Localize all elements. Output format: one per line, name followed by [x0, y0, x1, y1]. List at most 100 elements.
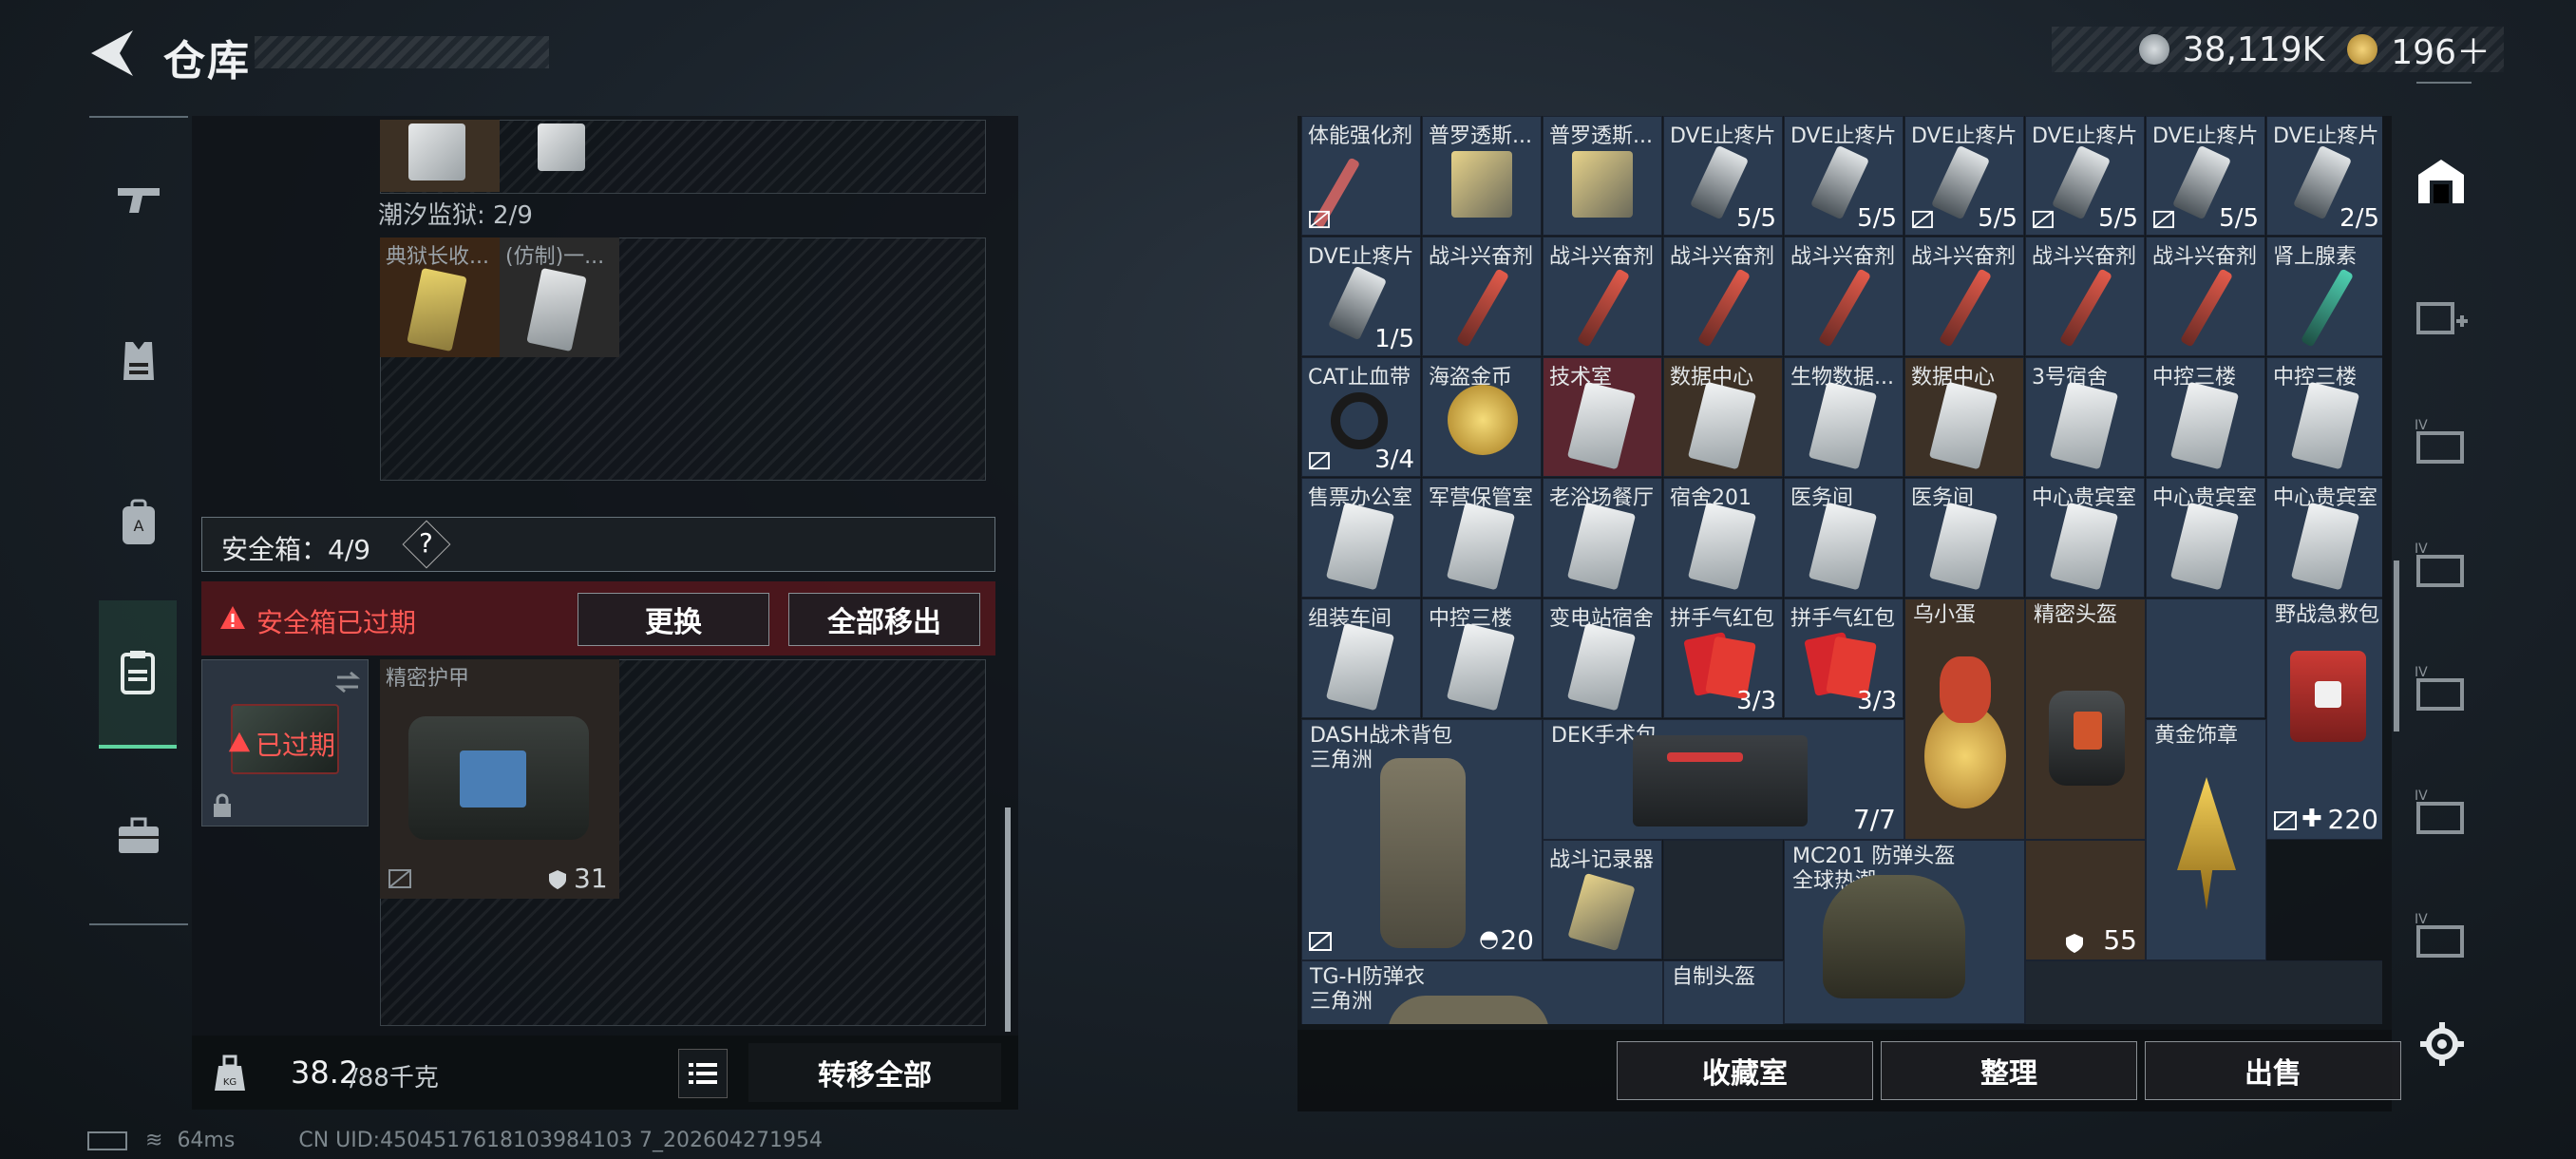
storage-iv-3-icon[interactable]: IV: [2411, 657, 2472, 718]
item-gold-medal[interactable]: 黄金饰章: [2146, 719, 2266, 960]
item-tgh-armor[interactable]: TG-H防弹衣 三角洲: [1301, 960, 1663, 1024]
empty-slot[interactable]: [2146, 598, 2265, 718]
item-combat-stim-1[interactable]: 战斗兴奋剂: [1422, 237, 1542, 356]
item-dve-painkiller-4[interactable]: DVE止疼片 5/5: [2025, 116, 2145, 236]
item-key-biodata[interactable]: 生物数据...: [1784, 357, 1904, 477]
item-field-first-aid-kit[interactable]: 野战急救包 ✚ 220: [2266, 598, 2382, 840]
empty-slot-2[interactable]: [1663, 840, 1783, 960]
toolbox-icon: [119, 817, 159, 853]
item-dek-surgical-kit[interactable]: DEK手术包 7/7: [1543, 719, 1904, 840]
expired-badge: 已过期: [256, 730, 336, 761]
item-proteus-1[interactable]: 普罗透斯...: [1422, 116, 1542, 236]
item-key-assembly-workshop[interactable]: 组装车间: [1301, 598, 1421, 718]
item-key-ticket-office[interactable]: 售票办公室: [1301, 478, 1421, 598]
item-key-control-3f-1[interactable]: 中控三楼: [2146, 357, 2265, 477]
item-adrenaline[interactable]: 肾上腺素: [2266, 237, 2382, 356]
item-key-barracks-storage[interactable]: 军营保管室: [1422, 478, 1542, 598]
left-scrollbar[interactable]: [1005, 808, 1011, 1032]
storage-iv-5-icon[interactable]: IV: [2411, 904, 2472, 965]
item-dve-painkiller-6[interactable]: DVE止疼片 2/5: [2266, 116, 2382, 236]
nav-toolbox-button[interactable]: [89, 770, 188, 902]
item-dve-painkiller-7[interactable]: DVE止疼片 1/5: [1301, 237, 1421, 356]
item-homemade-helmet[interactable]: 自制头盔: [1663, 960, 1784, 1024]
item-key-control-3f-3[interactable]: 中控三楼: [1422, 598, 1542, 718]
safebox-slot[interactable]: 已过期: [201, 659, 369, 826]
item-key-substation-dorm[interactable]: 变电站宿舍: [1543, 598, 1662, 718]
item-red-envelope-1[interactable]: 拼手气红包 3/3: [1663, 598, 1783, 718]
expired-message: 安全箱已过期: [256, 607, 417, 638]
transfer-all-button[interactable]: 转移全部: [748, 1043, 1001, 1102]
item-dve-painkiller-1[interactable]: DVE止疼片 5/5: [1663, 116, 1783, 236]
back-arrow-icon[interactable]: [87, 27, 135, 80]
item-dve-painkiller-2[interactable]: DVE止疼片 5/5: [1784, 116, 1904, 236]
empty-slots-row[interactable]: [2025, 960, 2382, 1024]
item-stamina-boost[interactable]: 体能强化剂: [1301, 116, 1421, 236]
item-combat-stim-2[interactable]: 战斗兴奋剂: [1543, 237, 1662, 356]
item-mc201-helmet[interactable]: MC201 防弹头盔 全球热潮: [1784, 840, 2025, 1024]
wifi-icon: ≋: [145, 1129, 163, 1152]
item-key-medical-2[interactable]: 医务间: [1904, 478, 2024, 598]
storage-iv-4-icon[interactable]: IV: [2411, 781, 2472, 842]
safebox-icon: [121, 651, 155, 694]
item-dve-painkiller-5[interactable]: DVE止疼片 5/5: [2146, 116, 2265, 236]
storage-iv-1-icon[interactable]: IV: [2411, 410, 2472, 471]
item-combat-stim-4[interactable]: 战斗兴奋剂: [1784, 237, 1904, 356]
storage-iv-2-icon[interactable]: IV: [2411, 534, 2472, 595]
inventory-grid: 体能强化剂 普罗透斯... 普罗透斯... DVE止疼片 5/5 DVE止疼片 5/…: [1301, 116, 2382, 1024]
settings-gear-icon[interactable]: [2418, 1020, 2466, 1068]
item-key-old-bath-restaurant[interactable]: 老浴场餐厅: [1543, 478, 1662, 598]
item-key-vip-2[interactable]: 中心贵宾室: [2146, 478, 2265, 598]
item-helmet-durability[interactable]: 55: [2025, 840, 2146, 960]
item-key-dorm-201[interactable]: 宿舍201: [1663, 478, 1783, 598]
nav-armor-button[interactable]: [89, 294, 188, 428]
item-key-data-center-2[interactable]: 数据中心: [1904, 357, 2024, 477]
item-proteus-2[interactable]: 普罗透斯...: [1543, 116, 1662, 236]
vest-icon: [123, 342, 154, 380]
list-view-button[interactable]: [678, 1049, 728, 1098]
armor-name: 精密护甲: [386, 667, 470, 691]
item-key-data-center-1[interactable]: 数据中心: [1663, 357, 1783, 477]
sort-button[interactable]: 整理: [1881, 1041, 2137, 1100]
collection-room-button[interactable]: 收藏室: [1617, 1041, 1873, 1100]
item-pirate-coin[interactable]: 海盗金币: [1422, 357, 1542, 477]
item-combat-stim-7[interactable]: 战斗兴奋剂: [2146, 237, 2265, 356]
battery-icon: [87, 1131, 127, 1150]
item-dash-backpack[interactable]: DASH战术背包 三角洲 ◓ 20: [1301, 719, 1543, 960]
item-precision-helmet[interactable]: 精密头盔: [2025, 598, 2146, 840]
item-key-vip-1[interactable]: 中心贵宾室: [2025, 478, 2145, 598]
upper-item-1[interactable]: [380, 120, 500, 192]
no-trade-icon: [2153, 210, 2174, 229]
sell-button[interactable]: 出售: [2145, 1041, 2401, 1100]
item-key-dorm-3[interactable]: 3号宿舍: [2025, 357, 2145, 477]
warehouse-icon[interactable]: [2411, 152, 2472, 213]
currency-b-value[interactable]: 196＋: [2391, 25, 2491, 74]
item-wu-xiaodan[interactable]: 乌小蛋: [1904, 598, 2025, 840]
add-storage-icon[interactable]: [2411, 287, 2472, 348]
move-all-out-button[interactable]: 全部移出: [788, 593, 980, 646]
svg-text:KG: KG: [223, 1077, 237, 1088]
prison-item-1[interactable]: 典狱长收...: [380, 238, 500, 357]
nav-backpack-button[interactable]: A: [89, 456, 188, 589]
item-dve-painkiller-3[interactable]: DVE止疼片 5/5: [1904, 116, 2024, 236]
no-trade-icon: [2033, 210, 2054, 229]
shield-icon: [549, 870, 566, 889]
swap-icon[interactable]: [333, 670, 362, 694]
item-combat-stim-3[interactable]: 战斗兴奋剂: [1663, 237, 1783, 356]
item-combat-stim-6[interactable]: 战斗兴奋剂: [2025, 237, 2145, 356]
nav-safebox-button[interactable]: [99, 600, 177, 749]
item-key-tech-room[interactable]: 技术室: [1543, 357, 1662, 477]
item-combat-stim-5[interactable]: 战斗兴奋剂: [1904, 237, 2024, 356]
item-key-medical-1[interactable]: 医务间: [1784, 478, 1904, 598]
item-key-vip-3[interactable]: 中心贵宾室: [2266, 478, 2382, 598]
safebox-title: 安全箱：4/9: [221, 534, 371, 565]
item-combat-recorder[interactable]: 战斗记录器: [1543, 840, 1662, 960]
item-cat-tourniquet[interactable]: CAT止血带 3/4: [1301, 357, 1421, 477]
armor-item[interactable]: 精密护甲 31: [380, 659, 619, 899]
item-red-envelope-2[interactable]: 拼手气红包 3/3: [1784, 598, 1904, 718]
nav-weapon-button[interactable]: [89, 133, 188, 266]
item-key-control-3f-2[interactable]: 中控三楼: [2266, 357, 2382, 477]
replace-button[interactable]: 更换: [578, 593, 769, 646]
prison-item-2[interactable]: (仿制)一...: [500, 238, 619, 357]
inventory-scrollbar[interactable]: [2394, 560, 2399, 732]
upper-item-2[interactable]: [500, 120, 619, 192]
